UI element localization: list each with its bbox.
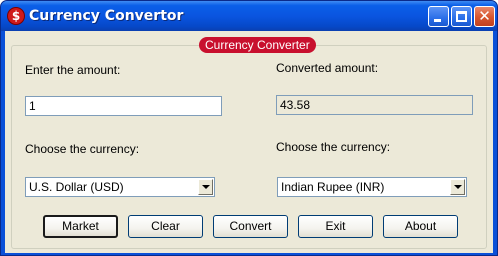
- converted-amount-field: 43.58: [276, 95, 473, 115]
- chevron-down-icon[interactable]: [450, 179, 465, 195]
- from-currency-label: Choose the currency:: [25, 142, 140, 156]
- convert-button[interactable]: Convert: [213, 215, 288, 238]
- to-currency-label: Choose the currency:: [276, 140, 391, 154]
- to-currency-select[interactable]: Indian Rupee (INR): [277, 177, 467, 197]
- minimize-button[interactable]: [428, 6, 449, 27]
- converted-amount-label: Converted amount:: [276, 61, 379, 75]
- window-title: Currency Convertor: [29, 8, 184, 24]
- exit-button[interactable]: Exit: [298, 215, 373, 238]
- close-icon: ✕: [478, 7, 491, 25]
- dialog-body: Currency Converter Enter the amount: 1 C…: [5, 31, 493, 253]
- market-button[interactable]: Market: [43, 215, 118, 238]
- from-currency-select[interactable]: U.S. Dollar (USD): [25, 177, 215, 197]
- chevron-down-icon[interactable]: [198, 179, 213, 195]
- title-bar[interactable]: $ Currency Convertor ✕: [1, 1, 497, 31]
- close-button[interactable]: ✕: [474, 6, 495, 27]
- currency-app-icon: $: [7, 7, 25, 25]
- about-button[interactable]: About: [383, 215, 458, 238]
- maximize-icon: [456, 11, 467, 22]
- maximize-button[interactable]: [451, 6, 472, 27]
- to-currency-value: Indian Rupee (INR): [281, 180, 385, 194]
- amount-input[interactable]: 1: [25, 96, 222, 116]
- clear-button[interactable]: Clear: [128, 215, 203, 238]
- amount-label: Enter the amount:: [25, 63, 121, 77]
- app-window: $ Currency Convertor ✕ Currency Converte…: [0, 0, 498, 256]
- from-currency-value: U.S. Dollar (USD): [29, 180, 124, 194]
- group-label: Currency Converter: [199, 37, 316, 53]
- minimize-icon: [434, 19, 441, 22]
